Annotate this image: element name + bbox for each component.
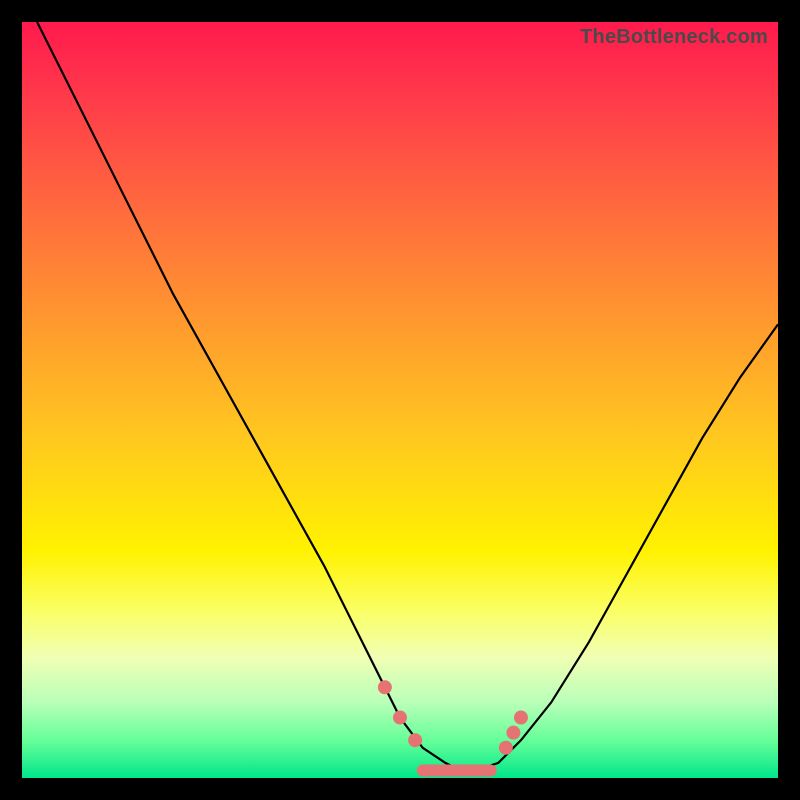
marker-point xyxy=(514,711,528,725)
marker-point xyxy=(408,733,422,747)
marker-point xyxy=(393,711,407,725)
chart-frame: TheBottleneck.com xyxy=(0,0,800,800)
chart-svg xyxy=(22,22,778,778)
marker-point xyxy=(499,741,513,755)
curve-group xyxy=(37,22,778,770)
plot-area: TheBottleneck.com xyxy=(22,22,778,778)
marker-point xyxy=(378,680,392,694)
marker-point xyxy=(506,726,520,740)
bottleneck-curve xyxy=(37,22,778,770)
